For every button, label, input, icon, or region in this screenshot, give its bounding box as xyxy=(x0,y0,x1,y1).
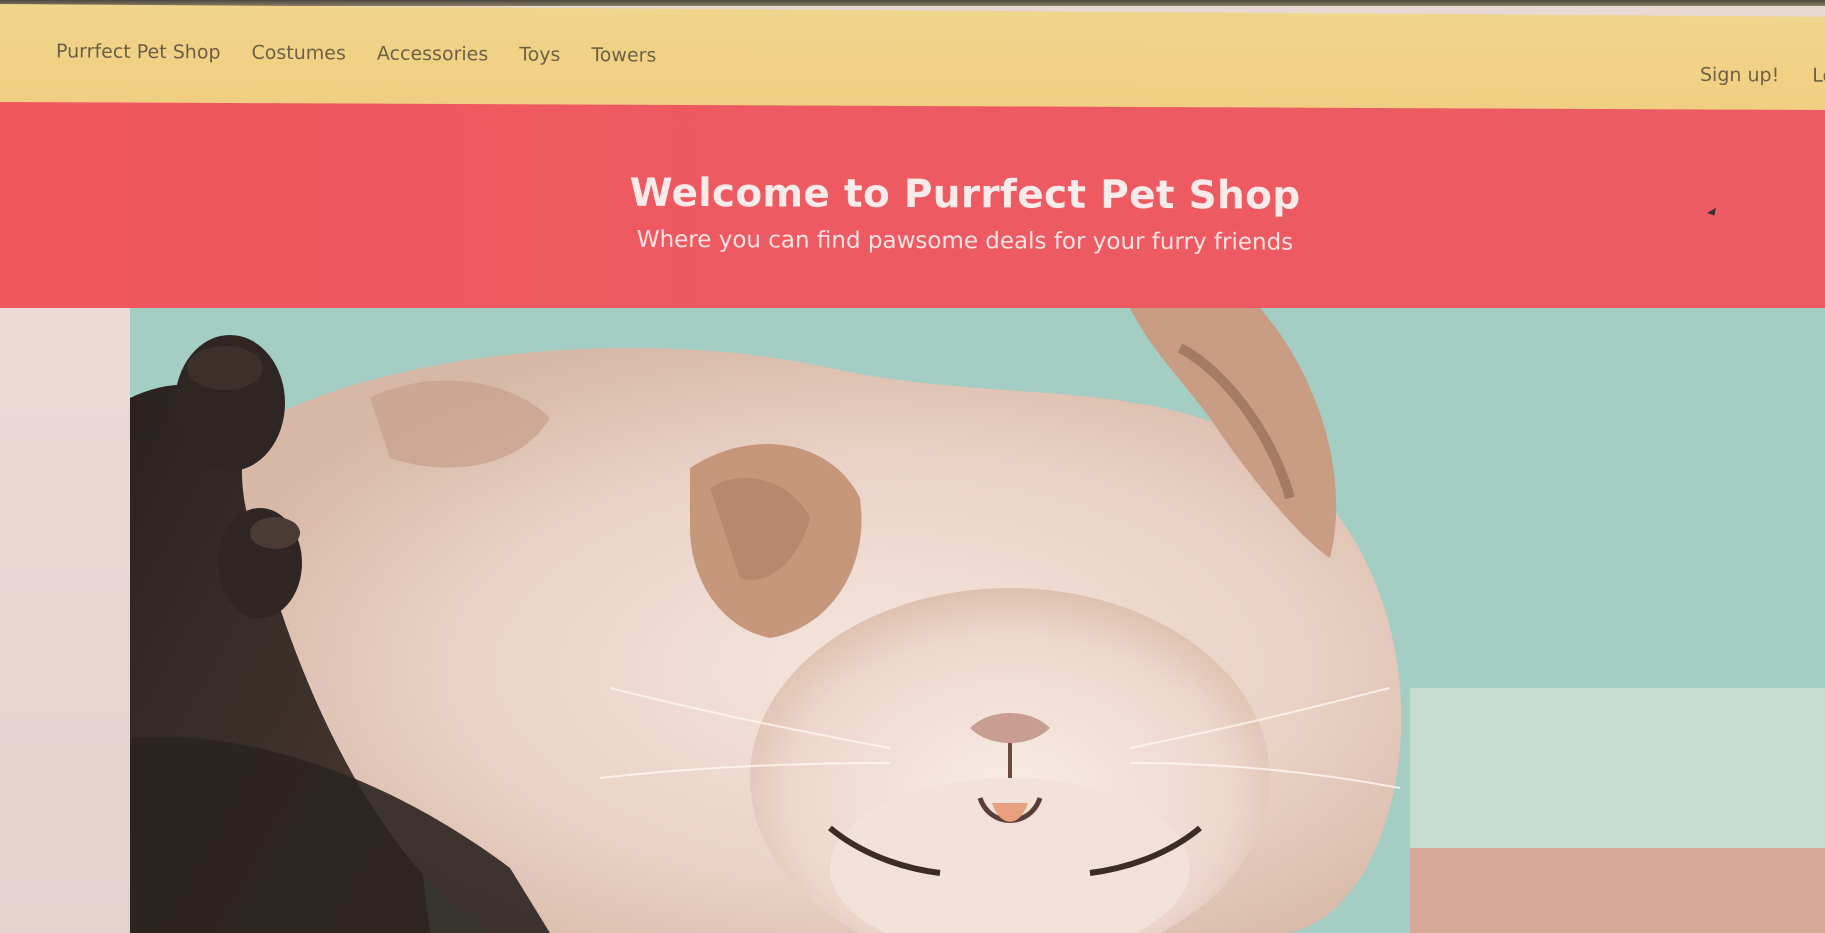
cat-illustration xyxy=(130,308,1825,933)
nav-link-toys[interactable]: Toys xyxy=(519,44,560,66)
nav-link-costumes[interactable]: Costumes xyxy=(252,42,346,65)
page: Purrfect Pet Shop Costumes Accessories T… xyxy=(0,0,1825,933)
nav-right: Sign up! Lo xyxy=(1700,64,1825,87)
signup-link[interactable]: Sign up! xyxy=(1700,64,1779,87)
nav-left: Purrfect Pet Shop Costumes Accessories T… xyxy=(56,40,656,66)
hero-subtitle: Where you can find pawsome deals for you… xyxy=(636,226,1294,256)
login-link[interactable]: Lo xyxy=(1812,65,1825,87)
nav-link-towers[interactable]: Towers xyxy=(591,44,656,66)
sleeping-cat-photo xyxy=(130,308,1825,933)
nav-link-accessories[interactable]: Accessories xyxy=(377,43,488,66)
brand-link[interactable]: Purrfect Pet Shop xyxy=(56,40,221,63)
page-margin xyxy=(0,308,132,933)
hero-title: Welcome to Purrfect Pet Shop xyxy=(629,170,1301,219)
hero-banner: Welcome to Purrfect Pet Shop Where you c… xyxy=(0,102,1825,320)
